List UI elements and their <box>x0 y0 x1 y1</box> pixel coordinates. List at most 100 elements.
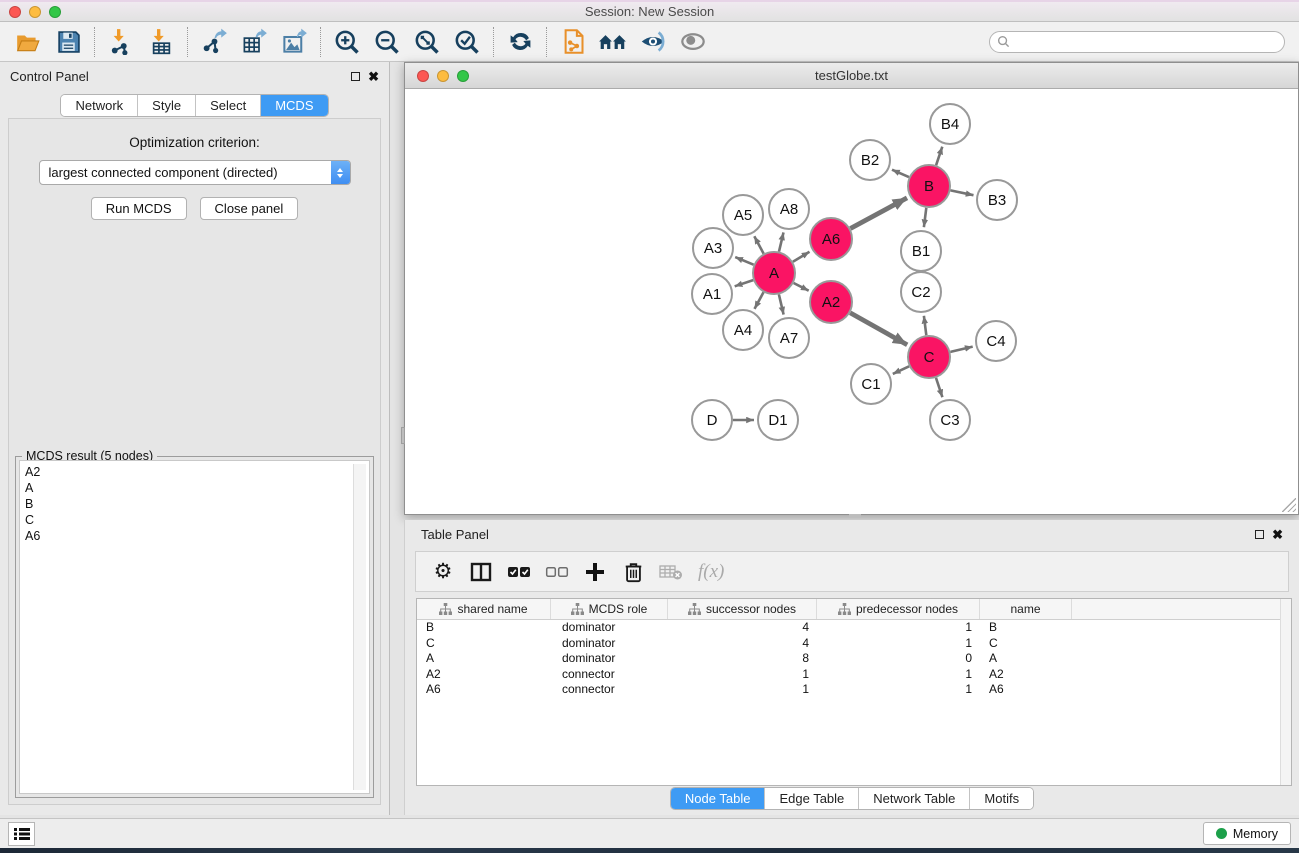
graph-node-C2[interactable]: C2 <box>901 272 941 312</box>
result-list-item[interactable]: A <box>20 480 369 496</box>
show-all-button[interactable] <box>673 25 713 59</box>
session-title: Session: New Session <box>0 4 1299 19</box>
table-cell: 1 <box>817 667 980 683</box>
table-cell: 1 <box>817 620 980 636</box>
open-session-button[interactable] <box>8 25 48 59</box>
network-hscroll-thumb[interactable] <box>849 514 861 517</box>
column-header-predecessor-nodes[interactable]: predecessor nodes <box>817 599 980 619</box>
export-network-button[interactable] <box>194 25 234 59</box>
graph-node-A3[interactable]: A3 <box>693 228 733 268</box>
network-canvas[interactable]: A A1 A2 A3 A4 A5 A6 A7 A8 B B1 B2 B3B4 C C1 C2 C3C4 D D1 <box>406 90 1297 513</box>
create-column-button[interactable] <box>578 556 612 588</box>
tab-motifs[interactable]: Motifs <box>970 788 1033 809</box>
table-cell: A2 <box>417 667 551 683</box>
unselect-all-columns-button[interactable] <box>540 556 574 588</box>
close-panel-icon[interactable]: ✖ <box>368 70 379 83</box>
mcds-result-list[interactable]: A2ABCA6 <box>19 460 370 794</box>
graph-node-C3[interactable]: C3 <box>930 400 970 440</box>
graph-node-B2[interactable]: B2 <box>850 140 890 180</box>
table-cell: A <box>980 651 1072 667</box>
zoom-selected-icon <box>453 28 481 56</box>
graph-node-C4[interactable]: C4 <box>976 321 1016 361</box>
graph-node-A5[interactable]: A5 <box>723 195 763 235</box>
tab-node-table[interactable]: Node Table <box>671 788 766 809</box>
graph-node-D[interactable]: D <box>692 400 732 440</box>
graph-node-A[interactable]: A <box>753 252 795 294</box>
zoom-fit-button[interactable] <box>407 25 447 59</box>
float-table-panel-icon[interactable] <box>1255 530 1264 539</box>
result-list-item[interactable]: C <box>20 512 369 528</box>
column-header-shared-name[interactable]: shared name <box>417 599 551 619</box>
refresh-button[interactable] <box>500 25 540 59</box>
tab-mcds[interactable]: MCDS <box>261 95 327 116</box>
result-list-item[interactable]: A6 <box>20 528 369 544</box>
zoom-out-button[interactable] <box>367 25 407 59</box>
delete-column-button[interactable] <box>616 556 650 588</box>
graph-node-B[interactable]: B <box>908 165 950 207</box>
column-header-successor-nodes[interactable]: successor nodes <box>668 599 817 619</box>
import-table-icon <box>148 28 175 55</box>
show-column-button[interactable] <box>464 556 498 588</box>
application-window: Session: New Session <box>0 0 1299 853</box>
import-network-icon <box>108 28 135 55</box>
memory-button[interactable]: Memory <box>1203 822 1291 845</box>
graph-edge-A-A6 <box>793 252 810 262</box>
new-network-from-file-button[interactable] <box>553 25 593 59</box>
export-table-button[interactable] <box>234 25 274 59</box>
table-row[interactable]: A6connector11A6 <box>417 682 1291 698</box>
import-table-button[interactable] <box>141 25 181 59</box>
table-row[interactable]: Cdominator41C <box>417 636 1291 652</box>
column-header-name[interactable]: name <box>980 599 1072 619</box>
graph-edge-A-A2 <box>794 283 809 291</box>
graph-node-A2[interactable]: A2 <box>810 281 852 323</box>
select-all-columns-button[interactable] <box>502 556 536 588</box>
graph-node-A1[interactable]: A1 <box>692 274 732 314</box>
hide-show-graphics-button[interactable] <box>633 25 673 59</box>
delete-table-button[interactable] <box>654 556 688 588</box>
table-cell: connector <box>551 682 668 698</box>
close-panel-button[interactable]: Close panel <box>200 197 299 220</box>
show-task-history-button[interactable] <box>8 822 35 846</box>
graph-node-C1[interactable]: C1 <box>851 364 891 404</box>
graph-node-A4[interactable]: A4 <box>723 310 763 350</box>
table-row[interactable]: Bdominator41B <box>417 620 1291 636</box>
graph-edge-A-A8 <box>779 232 784 251</box>
tab-style[interactable]: Style <box>138 95 196 116</box>
float-panel-icon[interactable] <box>351 72 360 81</box>
export-image-button[interactable] <box>274 25 314 59</box>
tab-network-table[interactable]: Network Table <box>859 788 970 809</box>
result-list-scrollbar[interactable] <box>353 464 366 790</box>
column-header-MCDS-role[interactable]: MCDS role <box>551 599 668 619</box>
function-builder-button[interactable]: f(x) <box>692 556 730 588</box>
graph-node-D1[interactable]: D1 <box>758 400 798 440</box>
tab-network[interactable]: Network <box>61 95 138 116</box>
graph-node-B3[interactable]: B3 <box>977 180 1017 220</box>
close-table-panel-icon[interactable]: ✖ <box>1272 528 1283 541</box>
graph-node-A8[interactable]: A8 <box>769 189 809 229</box>
table-scrollbar[interactable] <box>1280 599 1291 785</box>
result-list-item[interactable]: A2 <box>20 464 369 480</box>
tab-edge-table[interactable]: Edge Table <box>765 788 859 809</box>
tab-select[interactable]: Select <box>196 95 261 116</box>
result-list-item[interactable]: B <box>20 496 369 512</box>
table-settings-button[interactable]: ⚙ <box>426 556 460 588</box>
home-button[interactable] <box>593 25 633 59</box>
optimization-criterion-select[interactable]: largest connected component (directed) <box>39 160 351 185</box>
save-session-button[interactable] <box>48 25 88 59</box>
window-resize-grip[interactable] <box>1282 498 1296 512</box>
graph-node-C[interactable]: C <box>908 336 950 378</box>
table-row[interactable]: A2connector11A2 <box>417 667 1291 683</box>
run-mcds-button[interactable]: Run MCDS <box>91 197 187 220</box>
column-header-filler <box>1072 599 1291 619</box>
zoom-in-button[interactable] <box>327 25 367 59</box>
import-network-button[interactable] <box>101 25 141 59</box>
zoom-selected-button[interactable] <box>447 25 487 59</box>
control-panel: Control Panel ✖ Network Style Select MCD… <box>0 62 390 815</box>
graph-node-A7[interactable]: A7 <box>769 318 809 358</box>
table-row[interactable]: Adominator80A <box>417 651 1291 667</box>
network-vscroll-thumb[interactable] <box>401 427 405 444</box>
graph-node-B4[interactable]: B4 <box>930 104 970 144</box>
graph-node-B1[interactable]: B1 <box>901 231 941 271</box>
search-input[interactable] <box>989 31 1285 53</box>
graph-node-A6[interactable]: A6 <box>810 218 852 260</box>
